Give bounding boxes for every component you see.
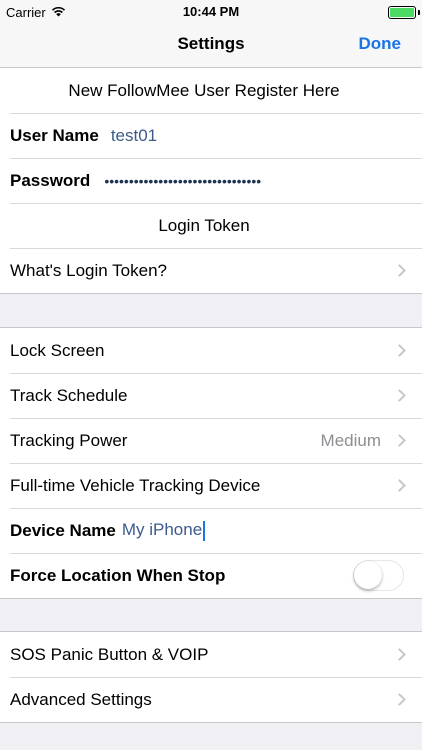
device-name-value: My iPhone <box>121 520 203 540</box>
password-row[interactable]: Password •••••••••••••••••••••••••••••••… <box>0 158 422 203</box>
login-token-label: Login Token <box>158 215 250 235</box>
force-location-row: Force Location When Stop <box>0 553 422 598</box>
chevron-right-icon <box>393 479 406 492</box>
force-location-toggle[interactable] <box>353 560 404 591</box>
battery-fill <box>390 8 414 17</box>
toggle-knob <box>354 561 382 589</box>
device-name-row[interactable]: Device Name My iPhone <box>0 508 422 553</box>
extra-group: SOS Panic Button & VOIP Advanced Setting… <box>0 631 422 723</box>
battery-icon <box>388 6 416 19</box>
username-label: User Name <box>10 125 99 145</box>
force-location-label: Force Location When Stop <box>10 565 226 585</box>
text-cursor <box>203 520 206 541</box>
chevron-right-icon <box>393 344 406 357</box>
sos-label: SOS Panic Button & VOIP <box>10 644 209 664</box>
track-schedule-row[interactable]: Track Schedule <box>0 373 422 418</box>
track-schedule-label: Track Schedule <box>10 385 128 405</box>
whats-login-token-label: What's Login Token? <box>10 260 167 280</box>
fulltime-device-row[interactable]: Full-time Vehicle Tracking Device <box>0 463 422 508</box>
tracking-power-value: Medium <box>320 430 381 450</box>
login-token-button[interactable]: Login Token <box>0 203 422 248</box>
sos-row[interactable]: SOS Panic Button & VOIP <box>0 632 422 677</box>
advanced-settings-row[interactable]: Advanced Settings <box>0 677 422 722</box>
register-link-label: New FollowMee User Register Here <box>68 80 340 100</box>
advanced-settings-label: Advanced Settings <box>10 689 152 709</box>
whats-login-token-row[interactable]: What's Login Token? <box>0 248 422 293</box>
chevron-right-icon <box>393 264 406 277</box>
navigation-bar: Settings Done <box>0 26 422 68</box>
chevron-right-icon <box>393 693 406 706</box>
account-group: New FollowMee User Register Here User Na… <box>0 67 422 294</box>
chevron-right-icon <box>393 389 406 402</box>
fulltime-device-label: Full-time Vehicle Tracking Device <box>10 475 261 495</box>
device-name-label: Device Name <box>10 520 116 540</box>
password-label: Password <box>10 170 91 190</box>
tracking-group: Lock Screen Track Schedule Tracking Powe… <box>0 327 422 599</box>
chevron-right-icon <box>393 648 406 661</box>
password-field[interactable]: •••••••••••••••••••••••••••••••• <box>104 173 261 189</box>
status-time: 10:44 PM <box>182 4 240 19</box>
done-button[interactable]: Done <box>359 34 402 54</box>
lock-screen-label: Lock Screen <box>10 340 105 360</box>
username-row[interactable]: User Name test01 <box>0 113 422 158</box>
lock-screen-row[interactable]: Lock Screen <box>0 328 422 373</box>
chevron-right-icon <box>393 434 406 447</box>
battery-tip <box>418 10 420 15</box>
tracking-power-row[interactable]: Tracking Power Medium <box>0 418 422 463</box>
tracking-power-label: Tracking Power <box>10 430 128 450</box>
status-bar: Carrier 10:44 PM <box>0 0 422 26</box>
device-name-field[interactable]: My iPhone <box>121 520 206 541</box>
register-link[interactable]: New FollowMee User Register Here <box>0 68 422 113</box>
username-field[interactable]: test01 <box>111 126 157 146</box>
